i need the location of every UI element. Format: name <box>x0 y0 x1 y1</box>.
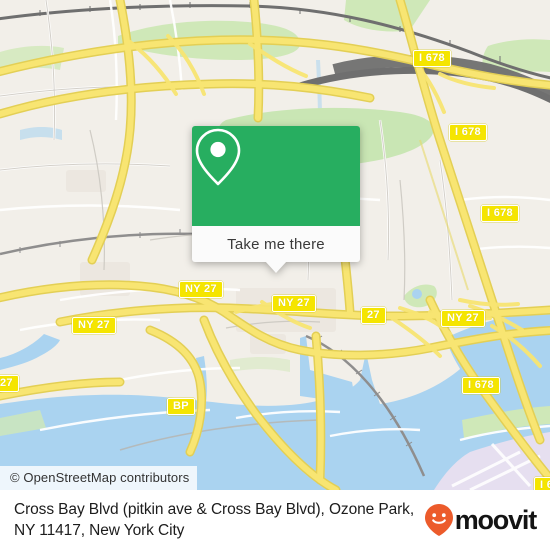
road-shield: NY 27 <box>179 281 223 298</box>
card-pointer-tail <box>265 261 287 273</box>
take-me-there-card[interactable]: Take me there <box>192 126 360 273</box>
road-shield: 27 <box>361 307 386 324</box>
road-shield: I 678 <box>413 50 451 67</box>
moovit-logo[interactable]: moovit <box>424 503 540 537</box>
road-shield: I 678 <box>449 124 487 141</box>
map-canvas[interactable]: I 678 I 678 I 678 I 678 I 6 NY 27 NY 27 27 NY 27… <box>0 0 550 490</box>
road-shield: NY 27 <box>272 295 316 312</box>
moovit-wordmark: moovit <box>454 504 538 535</box>
road-shield: I 678 <box>481 205 519 222</box>
moovit-map-screenshot: I 678 I 678 I 678 I 678 I 6 NY 27 NY 27 27 NY 27… <box>0 0 550 550</box>
road-shield: NY 27 <box>441 310 485 327</box>
road-shield: BP <box>167 398 195 415</box>
moovit-smiley-pin-icon <box>424 504 453 536</box>
road-shield: I 678 <box>462 377 500 394</box>
location-caption: Cross Bay Blvd (pitkin ave & Cross Bay B… <box>14 501 415 539</box>
pond-small <box>412 289 422 299</box>
location-pin-icon <box>195 128 241 186</box>
caption-bar: Cross Bay Blvd (pitkin ave & Cross Bay B… <box>0 490 550 550</box>
road-shield: I 6 <box>534 477 550 490</box>
road-shield: 27 <box>0 375 19 392</box>
osm-attribution[interactable]: © OpenStreetMap contributors <box>0 466 198 490</box>
take-me-there-label: Take me there <box>227 235 325 253</box>
road-shield: NY 27 <box>72 317 116 334</box>
take-me-there-button[interactable]: Take me there <box>192 226 360 273</box>
card-pin-area <box>192 126 360 226</box>
